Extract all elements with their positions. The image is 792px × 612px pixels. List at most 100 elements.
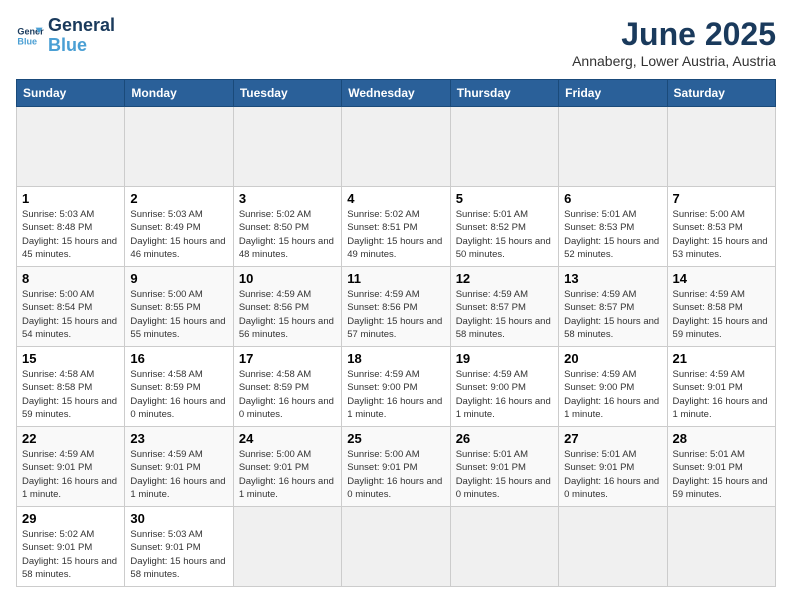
day-cell: 22 Sunrise: 4:59 AMSunset: 9:01 PMDayligh… <box>17 427 125 507</box>
day-info: Sunrise: 4:59 AMSunset: 8:57 PMDaylight:… <box>456 288 553 341</box>
day-cell <box>667 507 775 587</box>
day-info: Sunrise: 4:59 AMSunset: 8:57 PMDaylight:… <box>564 288 661 341</box>
day-number: 29 <box>22 511 119 526</box>
day-cell: 7Sunrise: 5:00 AMSunset: 8:53 PMDaylight… <box>667 187 775 267</box>
day-info: Sunrise: 5:01 AMSunset: 9:01 PMDaylight:… <box>456 448 553 501</box>
calendar-subtitle: Annaberg, Lower Austria, Austria <box>572 53 776 69</box>
day-cell <box>450 507 558 587</box>
calendar-table: SundayMondayTuesdayWednesdayThursdayFrid… <box>16 79 776 587</box>
day-cell: 23 Sunrise: 4:59 AMSunset: 9:01 PMDayligh… <box>125 427 233 507</box>
header-cell-saturday: Saturday <box>667 80 775 107</box>
day-cell <box>125 107 233 187</box>
day-cell: 18 Sunrise: 4:59 AMSunset: 9:00 PMDayligh… <box>342 347 450 427</box>
day-info: Sunrise: 4:59 AMSunset: 9:01 PMDaylight:… <box>22 448 119 501</box>
day-number: 24 <box>239 431 336 446</box>
header-cell-monday: Monday <box>125 80 233 107</box>
day-cell <box>342 107 450 187</box>
day-cell: 30Sunrise: 5:03 AMSunset: 9:01 PMDayligh… <box>125 507 233 587</box>
day-cell: 1 Sunrise: 5:03 AMSunset: 8:48 PMDaylight… <box>17 187 125 267</box>
day-cell: 21Sunrise: 4:59 AMSunset: 9:01 PMDayligh… <box>667 347 775 427</box>
day-info: Sunrise: 5:02 AMSunset: 8:50 PMDaylight:… <box>239 208 336 261</box>
day-info: Sunrise: 5:01 AMSunset: 8:53 PMDaylight:… <box>564 208 661 261</box>
day-number: 20 <box>564 351 661 366</box>
day-info: Sunrise: 5:03 AMSunset: 8:49 PMDaylight:… <box>130 208 227 261</box>
header-cell-tuesday: Tuesday <box>233 80 341 107</box>
day-cell: 8Sunrise: 5:00 AMSunset: 8:54 PMDaylight… <box>17 267 125 347</box>
header-cell-friday: Friday <box>559 80 667 107</box>
header-cell-wednesday: Wednesday <box>342 80 450 107</box>
week-row-4: 22 Sunrise: 4:59 AMSunset: 9:01 PMDayligh… <box>17 427 776 507</box>
logo: General Blue General Blue <box>16 16 115 56</box>
day-number: 25 <box>347 431 444 446</box>
day-number: 8 <box>22 271 119 286</box>
day-number: 4 <box>347 191 444 206</box>
day-number: 12 <box>456 271 553 286</box>
day-cell: 28 Sunrise: 5:01 AMSunset: 9:01 PMDayligh… <box>667 427 775 507</box>
day-info: Sunrise: 4:59 AMSunset: 9:01 PMDaylight:… <box>673 368 770 421</box>
day-number: 1 <box>22 191 119 206</box>
day-cell <box>233 507 341 587</box>
day-info: Sunrise: 4:58 AMSunset: 8:59 PMDaylight:… <box>239 368 336 421</box>
day-number: 26 <box>456 431 553 446</box>
day-cell: 14 Sunrise: 4:59 AMSunset: 8:58 PMDayligh… <box>667 267 775 347</box>
day-cell: 5Sunrise: 5:01 AMSunset: 8:52 PMDaylight… <box>450 187 558 267</box>
day-cell <box>559 107 667 187</box>
svg-text:Blue: Blue <box>17 36 37 46</box>
day-info: Sunrise: 4:59 AMSunset: 9:00 PMDaylight:… <box>347 368 444 421</box>
day-info: Sunrise: 4:59 AMSunset: 8:56 PMDaylight:… <box>239 288 336 341</box>
day-cell: 12 Sunrise: 4:59 AMSunset: 8:57 PMDayligh… <box>450 267 558 347</box>
day-number: 16 <box>130 351 227 366</box>
day-cell <box>450 107 558 187</box>
day-cell <box>17 107 125 187</box>
day-number: 27 <box>564 431 661 446</box>
day-number: 18 <box>347 351 444 366</box>
day-cell: 11Sunrise: 4:59 AMSunset: 8:56 PMDayligh… <box>342 267 450 347</box>
day-info: Sunrise: 5:00 AMSunset: 8:55 PMDaylight:… <box>130 288 227 341</box>
logo-text: General Blue <box>48 16 115 56</box>
day-info: Sunrise: 5:03 AMSunset: 9:01 PMDaylight:… <box>130 528 227 581</box>
day-number: 23 <box>130 431 227 446</box>
day-info: Sunrise: 5:01 AMSunset: 9:01 PMDaylight:… <box>673 448 770 501</box>
day-info: Sunrise: 5:03 AMSunset: 8:48 PMDaylight:… <box>22 208 119 261</box>
day-info: Sunrise: 4:59 AMSunset: 9:01 PMDaylight:… <box>130 448 227 501</box>
day-cell: 4 Sunrise: 5:02 AMSunset: 8:51 PMDaylight… <box>342 187 450 267</box>
day-number: 6 <box>564 191 661 206</box>
page-header: General Blue General Blue June 2025 Anna… <box>16 16 776 69</box>
day-number: 22 <box>22 431 119 446</box>
week-row-5: 29 Sunrise: 5:02 AMSunset: 9:01 PMDayligh… <box>17 507 776 587</box>
day-number: 10 <box>239 271 336 286</box>
day-cell: 6 Sunrise: 5:01 AMSunset: 8:53 PMDaylight… <box>559 187 667 267</box>
logo-icon: General Blue <box>16 22 44 50</box>
day-cell: 9Sunrise: 5:00 AMSunset: 8:55 PMDaylight… <box>125 267 233 347</box>
day-number: 19 <box>456 351 553 366</box>
day-cell: 29 Sunrise: 5:02 AMSunset: 9:01 PMDayligh… <box>17 507 125 587</box>
day-number: 17 <box>239 351 336 366</box>
day-number: 14 <box>673 271 770 286</box>
day-info: Sunrise: 4:58 AMSunset: 8:59 PMDaylight:… <box>130 368 227 421</box>
week-row-0 <box>17 107 776 187</box>
day-info: Sunrise: 5:02 AMSunset: 8:51 PMDaylight:… <box>347 208 444 261</box>
day-number: 28 <box>673 431 770 446</box>
day-info: Sunrise: 5:00 AMSunset: 8:53 PMDaylight:… <box>673 208 770 261</box>
day-cell: 15Sunrise: 4:58 AMSunset: 8:58 PMDayligh… <box>17 347 125 427</box>
day-number: 3 <box>239 191 336 206</box>
day-number: 13 <box>564 271 661 286</box>
day-cell: 19 Sunrise: 4:59 AMSunset: 9:00 PMDayligh… <box>450 347 558 427</box>
day-cell <box>559 507 667 587</box>
day-cell: 2Sunrise: 5:03 AMSunset: 8:49 PMDaylight… <box>125 187 233 267</box>
day-cell: 25 Sunrise: 5:00 AMSunset: 9:01 PMDayligh… <box>342 427 450 507</box>
day-cell: 20 Sunrise: 4:59 AMSunset: 9:00 PMDayligh… <box>559 347 667 427</box>
day-info: Sunrise: 4:59 AMSunset: 9:00 PMDaylight:… <box>564 368 661 421</box>
day-info: Sunrise: 5:02 AMSunset: 9:01 PMDaylight:… <box>22 528 119 581</box>
day-info: Sunrise: 4:59 AMSunset: 9:00 PMDaylight:… <box>456 368 553 421</box>
day-info: Sunrise: 4:59 AMSunset: 8:58 PMDaylight:… <box>673 288 770 341</box>
day-number: 15 <box>22 351 119 366</box>
title-area: June 2025 Annaberg, Lower Austria, Austr… <box>572 16 776 69</box>
day-info: Sunrise: 5:00 AMSunset: 9:01 PMDaylight:… <box>347 448 444 501</box>
day-info: Sunrise: 5:00 AMSunset: 9:01 PMDaylight:… <box>239 448 336 501</box>
day-cell <box>342 507 450 587</box>
week-row-3: 15Sunrise: 4:58 AMSunset: 8:58 PMDayligh… <box>17 347 776 427</box>
day-info: Sunrise: 5:01 AMSunset: 9:01 PMDaylight:… <box>564 448 661 501</box>
day-cell: 24 Sunrise: 5:00 AMSunset: 9:01 PMDayligh… <box>233 427 341 507</box>
day-number: 11 <box>347 271 444 286</box>
